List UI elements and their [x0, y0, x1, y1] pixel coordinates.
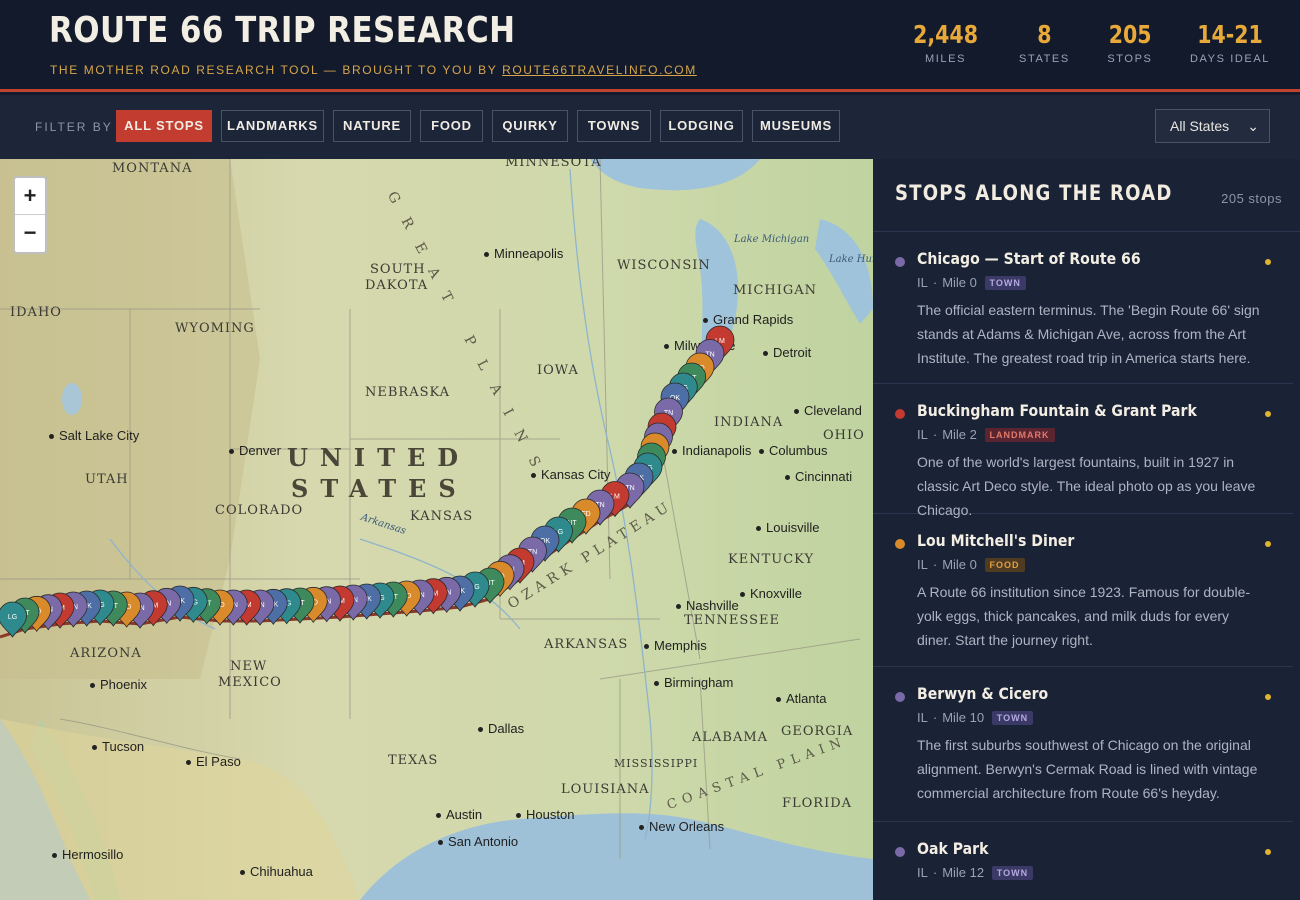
stop-name: Lou Mitchell's Diner [917, 531, 1075, 550]
stop-meta: IL · Mile 0 TOWN [917, 275, 1026, 290]
stat-value: 8 [1037, 20, 1052, 49]
stop-state: IL [917, 275, 928, 290]
subtitle-text: THE MOTHER ROAD RESEARCH TOOL — BROUGHT … [50, 63, 498, 77]
filter-label: FILTER BY [35, 120, 113, 134]
state-select-value: All States [1170, 118, 1230, 134]
favorite-dot-icon[interactable] [1265, 411, 1271, 417]
app-header: ROUTE 66 TRIP RESEARCH THE MOTHER ROAD R… [0, 0, 1300, 92]
category-tag: LANDMARK [984, 428, 1055, 442]
stop-description: A Route 66 institution since 1923. Famou… [917, 584, 1251, 648]
filter-all-stops-button[interactable]: ALL STOPS [116, 110, 212, 142]
stop-item-chicago[interactable]: Chicago — Start of Route 66 IL · Mile 0 TO… [873, 232, 1293, 384]
stop-meta: IL · Mile 12 TOWN [917, 865, 1034, 880]
category-dot [895, 692, 905, 702]
stop-marker-pin[interactable]: LG [0, 601, 27, 638]
category-tag: FOOD [984, 558, 1025, 572]
stop-name: Chicago — Start of Route 66 [917, 249, 1141, 268]
stop-state: IL [917, 865, 928, 880]
sidebar-title: STOPS ALONG THE ROAD [895, 181, 1173, 205]
stop-state: IL [917, 427, 928, 442]
category-dot [895, 847, 905, 857]
stop-description: The official eastern terminus. The 'Begi… [917, 302, 1260, 366]
stop-description: The first suburbs southwest of Chicago o… [917, 737, 1258, 801]
stop-mile: Mile 2 [942, 427, 977, 442]
stop-item-berwyn-cicero[interactable]: Berwyn & Cicero IL · Mile 10 TOWN The firs… [873, 667, 1293, 822]
filter-quirky-button[interactable]: QUIRKY [492, 110, 568, 142]
stat-days: 14-21 DAYS IDEAL [1190, 20, 1270, 65]
stop-mile: Mile 0 [942, 557, 977, 572]
stop-item-oak-park[interactable]: Oak Park IL · Mile 12 TOWN [873, 822, 1293, 900]
stop-mile: Mile 0 [942, 275, 977, 290]
stat-value: 2,448 [913, 20, 978, 49]
filter-landmarks-button[interactable]: LANDMARKS [221, 110, 324, 142]
stop-name: Buckingham Fountain & Grant Park [917, 401, 1197, 420]
stop-state: IL [917, 557, 928, 572]
favorite-dot-icon[interactable] [1265, 849, 1271, 855]
marker-code: LG [8, 614, 17, 621]
filter-lodging-button[interactable]: LODGING [660, 110, 743, 142]
filter-towns-button[interactable]: TOWNS [577, 110, 651, 142]
filter-nature-button[interactable]: NATURE [333, 110, 411, 142]
filter-bar: FILTER BY ALL STOPS LANDMARKS NATURE FOO… [0, 95, 1300, 159]
stop-name: Berwyn & Cicero [917, 684, 1049, 703]
app-subtitle: THE MOTHER ROAD RESEARCH TOOL — BROUGHT … [50, 63, 697, 77]
stop-meta: IL · Mile 2 LANDMARK [917, 427, 1055, 442]
stat-label: STATES [1019, 53, 1070, 65]
category-dot [895, 409, 905, 419]
stat-miles: 2,448 MILES [906, 20, 985, 65]
stops-count: 205 stops [1221, 191, 1282, 206]
stat-label: MILES [925, 53, 967, 65]
zoom-in-button[interactable]: + [15, 178, 45, 215]
stat-label: DAYS IDEAL [1190, 53, 1270, 65]
stop-item-lou-mitchells[interactable]: Lou Mitchell's Diner IL · Mile 0 FOOD A Ro… [873, 514, 1293, 667]
stop-item-buckingham-fountain[interactable]: Buckingham Fountain & Grant Park IL · Mile… [873, 384, 1293, 518]
stop-mile: Mile 12 [942, 865, 985, 880]
site-link[interactable]: ROUTE66TRAVELINFO.COM [502, 63, 697, 77]
stop-mile: Mile 10 [942, 710, 985, 725]
stop-name: Oak Park [917, 839, 989, 858]
stops-sidebar: STOPS ALONG THE ROAD 205 stops Chicago —… [873, 159, 1300, 900]
stat-label: STOPS [1107, 53, 1153, 65]
stat-value: 205 [1108, 20, 1152, 49]
category-dot [895, 257, 905, 267]
category-tag: TOWN [991, 711, 1034, 725]
stop-meta: IL · Mile 10 TOWN [917, 710, 1034, 725]
stop-description: One of the world's largest fountains, bu… [917, 454, 1256, 518]
category-tag: TOWN [991, 866, 1034, 880]
route-markers[interactable]: LMTNFDNTLGQKTNLMTNFDNTLGQKTNLMTNFDNTLGQK… [0, 159, 873, 900]
app-title: ROUTE 66 TRIP RESEARCH [49, 10, 516, 51]
stop-meta: IL · Mile 0 FOOD [917, 557, 1025, 572]
zoom-control: + − [13, 176, 47, 254]
favorite-dot-icon[interactable] [1265, 541, 1271, 547]
trip-stats: 2,448 MILES 8 STATES 205 STOPS 14-21 DAY… [872, 20, 1270, 65]
route-map[interactable]: MONTANA MINNESOTA SOUTH DAKOTA WISCONSIN… [0, 159, 873, 900]
filter-museums-button[interactable]: MUSEUMS [752, 110, 840, 142]
zoom-out-button[interactable]: − [15, 215, 45, 252]
favorite-dot-icon[interactable] [1265, 694, 1271, 700]
favorite-dot-icon[interactable] [1265, 259, 1271, 265]
category-dot [895, 539, 905, 549]
stat-states: 8 STATES [1019, 20, 1070, 65]
category-tag: TOWN [984, 276, 1026, 290]
chevron-down-icon: ⌄ [1247, 118, 1259, 134]
stop-state: IL [917, 710, 928, 725]
filter-food-button[interactable]: FOOD [420, 110, 483, 142]
stat-value: 14-21 [1197, 20, 1263, 49]
state-select[interactable]: All States ⌄ [1155, 109, 1270, 143]
stat-stops: 205 STOPS [1104, 20, 1156, 65]
